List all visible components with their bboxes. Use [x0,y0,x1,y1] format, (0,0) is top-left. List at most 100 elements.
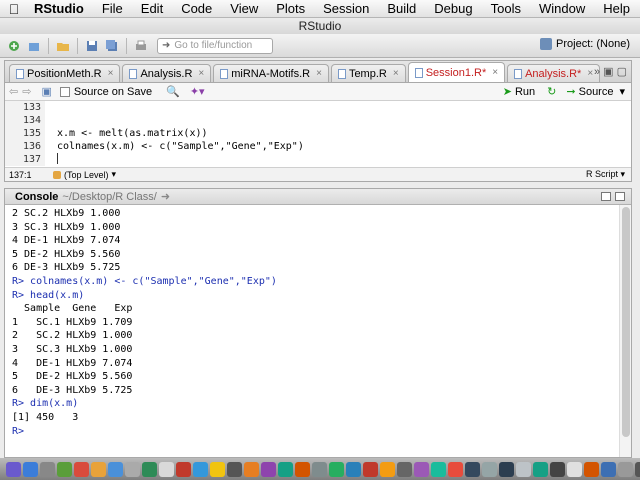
dock-app-icon[interactable] [227,461,242,477]
dock-app-icon[interactable] [618,461,633,477]
dock-app-icon[interactable] [567,461,582,477]
menu-plots[interactable]: Plots [267,1,314,16]
dock-app-icon[interactable] [40,461,55,477]
dock-app-icon[interactable] [550,461,565,477]
console-pane: Console ~/Desktop/R Class/ ➜ 2 SC.2 HLXb… [4,188,632,458]
dock-app-icon[interactable] [193,461,208,477]
dock-app-icon[interactable] [210,461,225,477]
dock-app-icon[interactable] [380,461,395,477]
editor-save-icon[interactable]: ▣ [41,85,51,98]
dock-app-icon[interactable] [159,461,174,477]
console-output[interactable]: 2 SC.2 HLXb9 1.000 3 SC.3 HLXb9 1.000 4 DE… [5,205,631,457]
console-output-line: 4 DE-1 HLXb9 7.074 [12,357,133,369]
menu-tools[interactable]: Tools [482,1,530,16]
dock-app-icon[interactable] [363,461,378,477]
dock-app-icon[interactable] [499,461,514,477]
dock-app-icon[interactable] [431,461,446,477]
dock-app-icon[interactable] [601,461,616,477]
new-file-icon[interactable] [6,38,22,54]
goto-file-input[interactable]: ➜ Go to file/function [157,37,273,54]
dock-app-icon[interactable] [465,461,480,477]
open-project-icon[interactable] [26,38,42,54]
close-icon[interactable]: × [587,68,593,79]
dock-app-icon[interactable] [329,461,344,477]
dock-app-icon[interactable] [74,461,89,477]
dock-app-icon[interactable] [635,461,640,477]
project-menu[interactable]: Project: (None) [540,38,630,50]
maximize-pane-icon[interactable] [615,192,625,201]
console-output-line: 4 DE-1 HLXb9 7.074 [12,235,121,247]
dock-app-icon[interactable] [91,461,106,477]
menu-debug[interactable]: Debug [425,1,481,16]
tab-analysis-modified[interactable]: Analysis.R* × [507,64,601,82]
dock-app-icon[interactable] [448,461,463,477]
console-prompt[interactable]: R> [12,425,631,439]
menu-edit[interactable]: Edit [132,1,172,16]
dock-app-icon[interactable] [295,461,310,477]
minimize-pane-icon[interactable] [601,192,611,201]
source-button[interactable]: ➞ Source ▾ [566,85,625,99]
tab-session1[interactable]: Session1.R* × [407,62,506,82]
dock-app-icon[interactable] [261,461,276,477]
menu-app[interactable]: RStudio [28,1,93,16]
menu-build[interactable]: Build [378,1,425,16]
console-path: ~/Desktop/R Class/ [62,190,157,203]
tab-mirna-motifs[interactable]: miRNA-Motifs.R × [213,64,329,82]
dock-app-icon[interactable] [244,461,259,477]
menu-file[interactable]: File [93,1,132,16]
dock-app-icon[interactable] [278,461,293,477]
dock-app-icon[interactable] [414,461,429,477]
tab-analysis[interactable]: Analysis.R × [122,64,212,82]
dock-app-icon[interactable] [57,461,72,477]
close-icon[interactable]: × [108,68,114,79]
run-button[interactable]: ➤ Run [503,85,535,99]
code-editor[interactable]: 133 134 135 x.m <- melt(as.matrix(x)) 136… [5,101,631,166]
tab-positionmeth[interactable]: PositionMeth.R × [9,64,121,82]
tab-temp[interactable]: Temp.R × [330,64,406,82]
dock-app-icon[interactable] [397,461,412,477]
toolbar-divider [77,37,78,54]
dock-app-icon[interactable] [482,461,497,477]
print-icon[interactable] [133,38,149,54]
back-arrow-icon[interactable]: ⇦ [9,85,18,98]
dock-app-icon[interactable] [23,461,38,477]
close-icon[interactable]: × [393,68,399,79]
save-icon[interactable] [84,38,100,54]
apple-icon[interactable]:  [0,1,28,17]
source-pane: PositionMeth.R × Analysis.R × miRNA-Motifs… [4,60,632,182]
dock-app-icon[interactable] [176,461,191,477]
open-folder-icon[interactable] [55,38,71,54]
dock-app-icon[interactable] [108,461,123,477]
goto-dir-icon[interactable]: ➜ [161,190,170,203]
scope-selector[interactable]: (Top Level) ▾ [53,169,116,180]
file-type-selector[interactable]: R Script ▾ [586,169,625,180]
scrollbar-thumb[interactable] [622,207,630,437]
dock-app-icon[interactable] [533,461,548,477]
menu-code[interactable]: Code [172,1,221,16]
more-tabs-icon[interactable]: » ▣ ▢ [594,65,627,78]
cursor-position: 137:1 [9,169,32,180]
forward-arrow-icon[interactable]: ⇨ [22,85,31,98]
dock-app-icon[interactable] [346,461,361,477]
dock-app-icon[interactable] [516,461,531,477]
menu-window[interactable]: Window [530,1,594,16]
search-icon[interactable]: 🔍 [166,85,180,98]
wand-icon[interactable]: ✦▾ [190,85,205,98]
dock-app-icon[interactable] [312,461,327,477]
dock-app-icon[interactable] [125,461,140,477]
menu-view[interactable]: View [221,1,267,16]
dock-app-icon[interactable] [142,461,157,477]
menu-help[interactable]: Help [594,1,639,16]
dock-app-icon[interactable] [6,461,21,477]
source-on-save-checkbox[interactable] [59,86,70,97]
menu-session[interactable]: Session [314,1,378,16]
close-icon[interactable]: × [492,67,498,78]
close-icon[interactable]: × [316,68,322,79]
console-scrollbar[interactable] [619,205,631,457]
dock-app-icon[interactable] [584,461,599,477]
r-file-icon [220,68,229,79]
close-icon[interactable]: × [198,68,204,79]
r-file-icon [337,68,346,79]
rerun-icon[interactable]: ↻ [547,85,556,98]
save-all-icon[interactable] [104,38,120,54]
